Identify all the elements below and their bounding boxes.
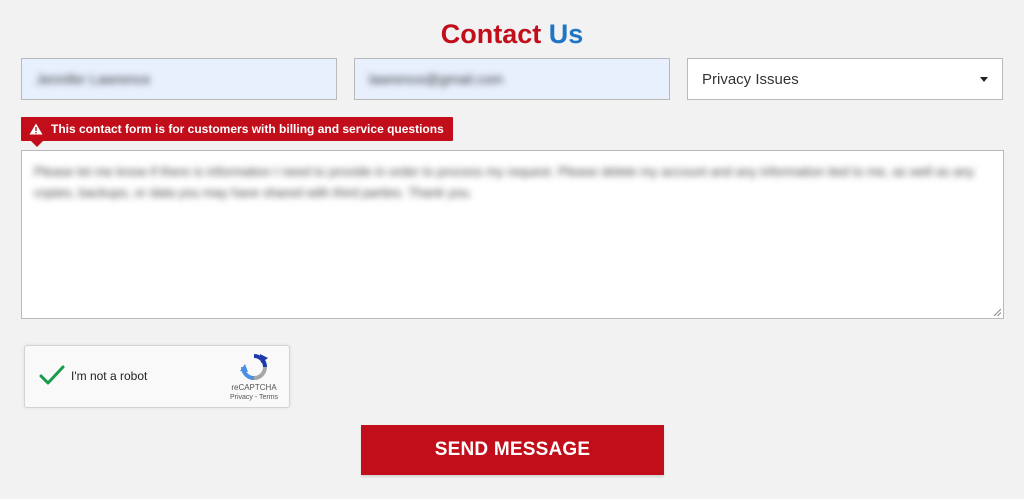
- title-us: Us: [548, 19, 584, 49]
- topic-select[interactable]: Privacy Issues: [687, 58, 1003, 100]
- email-value: lawrence@gmail.com: [369, 71, 504, 87]
- notice-text: This contact form is for customers with …: [51, 122, 444, 136]
- recaptcha-links[interactable]: Privacy - Terms: [221, 394, 287, 401]
- message-value: Please let me know if there is informati…: [34, 164, 975, 200]
- name-value: Jennifer Lawrence: [36, 71, 151, 87]
- recaptcha-brand: reCAPTCHA: [231, 383, 277, 392]
- title-contact: Contact: [440, 19, 542, 49]
- form-notice: This contact form is for customers with …: [21, 117, 453, 147]
- warning-icon: [29, 123, 43, 135]
- recaptcha-widget[interactable]: I'm not a robot reCAPTCHA Privacy - Term…: [24, 345, 290, 408]
- resize-handle-icon[interactable]: [993, 308, 1001, 316]
- page-title: Contact Us: [0, 16, 1024, 52]
- name-field[interactable]: Jennifer Lawrence: [21, 58, 337, 100]
- email-field[interactable]: lawrence@gmail.com: [354, 58, 670, 100]
- recaptcha-logo-icon: [240, 354, 268, 380]
- captcha-label: I'm not a robot: [71, 369, 148, 383]
- topic-selected-value: Privacy Issues: [702, 70, 799, 88]
- message-textarea[interactable]: Please let me know if there is informati…: [21, 150, 1004, 319]
- send-message-button[interactable]: SEND MESSAGE: [361, 425, 664, 475]
- chevron-down-icon: [980, 76, 988, 82]
- contact-page: Contact Us Jennifer Lawrence lawrence@gm…: [0, 0, 1024, 499]
- checkmark-icon[interactable]: [39, 364, 65, 386]
